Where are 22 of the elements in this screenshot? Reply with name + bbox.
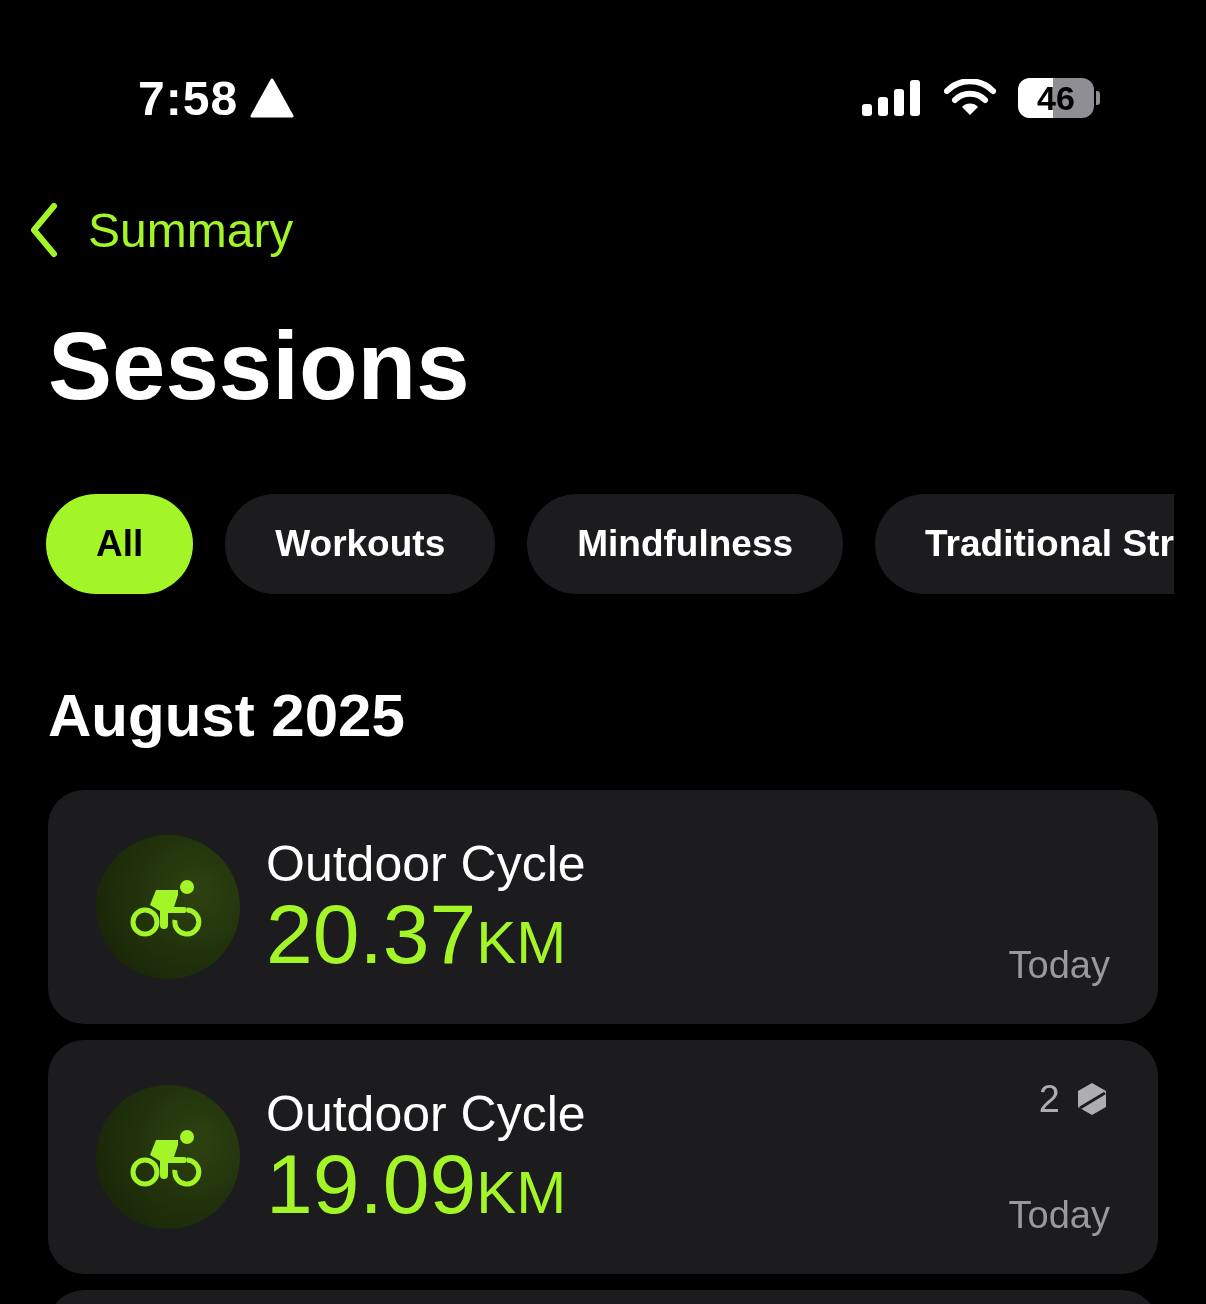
signal-icon (862, 80, 922, 116)
clock-time: 7:58 (138, 70, 239, 126)
wifi-icon (944, 79, 996, 117)
session-name: Outdoor Cycle (266, 837, 586, 892)
session-card[interactable]: Outdoor Cycle 19.09KM 2 Today (48, 1040, 1158, 1274)
session-date: Today (1008, 1194, 1110, 1237)
distance-value: 20.37 (266, 892, 477, 976)
distance-unit: KM (476, 908, 567, 977)
session-name: Outdoor Cycle (266, 1087, 586, 1142)
section-heading: August 2025 (48, 686, 405, 746)
location-arrow-icon (250, 78, 295, 118)
session-date: Today (1008, 944, 1110, 987)
filter-chip[interactable]: All (46, 494, 194, 594)
page-title: Sessions (48, 318, 470, 414)
distance-value: 19.09 (266, 1142, 477, 1226)
session-card[interactable]: Outdoor Cycle 20.37KM Today (48, 790, 1158, 1024)
award-count: 2 (1038, 1077, 1060, 1121)
filter-chip[interactable]: Workouts (225, 494, 496, 594)
distance-unit: KM (476, 1158, 567, 1227)
filter-chip[interactable]: Mindfulness (527, 494, 844, 594)
filter-chip[interactable]: Traditional Str (875, 494, 1174, 594)
back-button[interactable]: Summary (26, 200, 294, 260)
